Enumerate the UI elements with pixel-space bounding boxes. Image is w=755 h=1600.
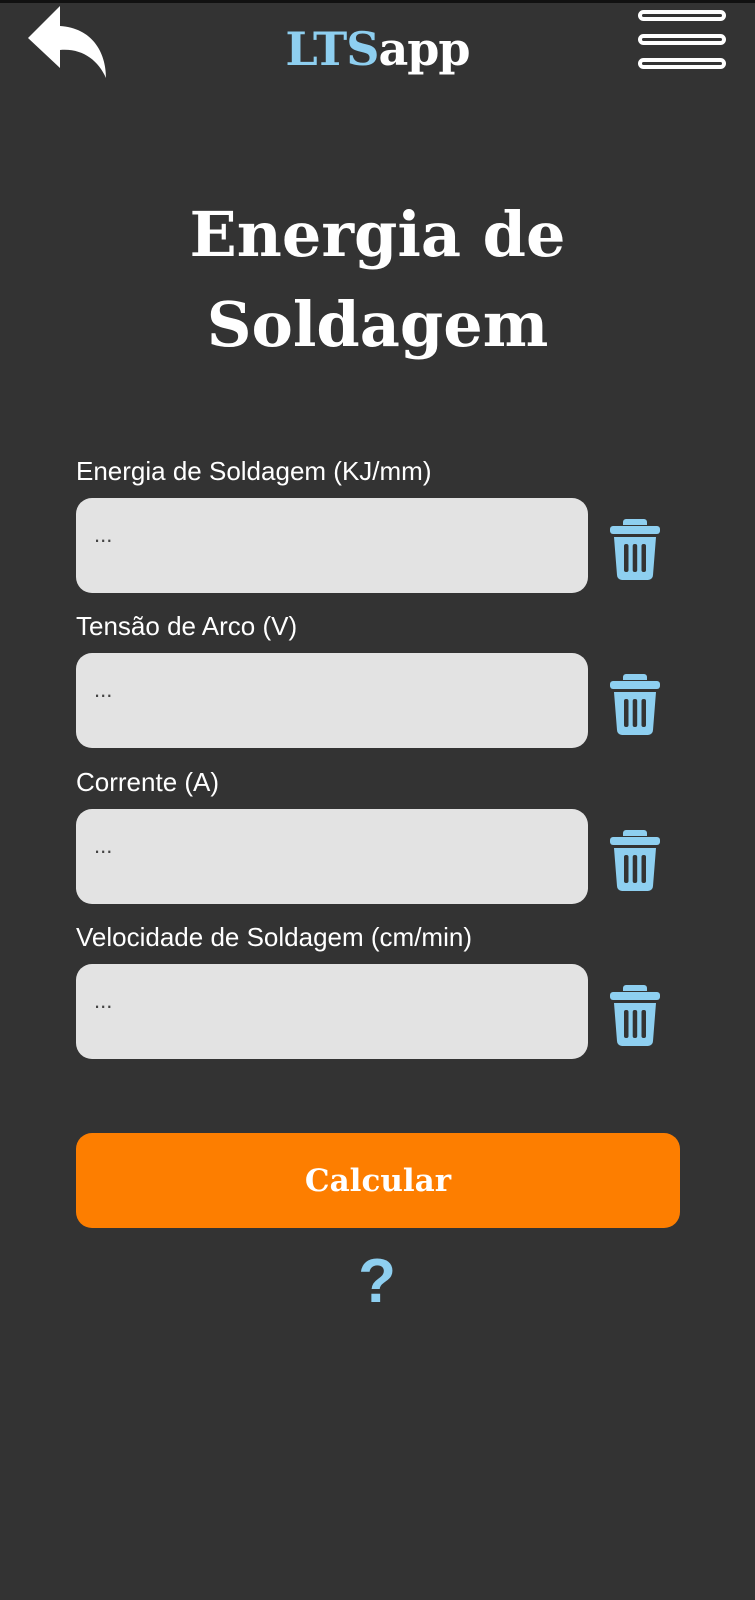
help-icon: ?	[358, 1247, 396, 1316]
clear-voltage-button[interactable]	[608, 672, 662, 736]
speed-input[interactable]: ...	[76, 964, 588, 1059]
trash-icon	[610, 674, 660, 735]
page-title-line1: Energia de	[189, 198, 566, 271]
current-input-placeholder: ...	[94, 832, 113, 858]
current-input[interactable]: ...	[76, 809, 588, 904]
speed-label: Velocidade de Soldagem (cm/min)	[76, 922, 472, 952]
calculate-button[interactable]: Calcular	[76, 1133, 680, 1228]
trash-icon	[610, 830, 660, 891]
help-button[interactable]: ?	[355, 1250, 399, 1314]
clear-speed-button[interactable]	[608, 983, 662, 1047]
logo-app: app	[378, 22, 470, 76]
speed-input-placeholder: ...	[94, 987, 113, 1013]
clear-energy-button[interactable]	[608, 517, 662, 581]
page-title: Energia de Soldagem	[0, 190, 755, 370]
voltage-input-placeholder: ...	[94, 676, 113, 702]
voltage-input[interactable]: ...	[76, 653, 588, 748]
menu-button[interactable]	[638, 8, 732, 78]
energy-input[interactable]: ...	[76, 498, 588, 593]
clear-current-button[interactable]	[608, 828, 662, 892]
energy-input-placeholder: ...	[94, 521, 113, 547]
trash-icon	[610, 985, 660, 1046]
voltage-label: Tensão de Arco (V)	[76, 611, 298, 641]
calculate-button-label: Calcular	[304, 1162, 452, 1199]
app-header: LTSapp	[0, 0, 755, 110]
logo-lts: LTS	[285, 22, 379, 76]
page-title-line2: Soldagem	[206, 288, 549, 361]
energy-label: Energia de Soldagem (KJ/mm)	[76, 456, 432, 486]
current-label: Corrente (A)	[76, 767, 220, 797]
trash-icon	[610, 519, 660, 580]
